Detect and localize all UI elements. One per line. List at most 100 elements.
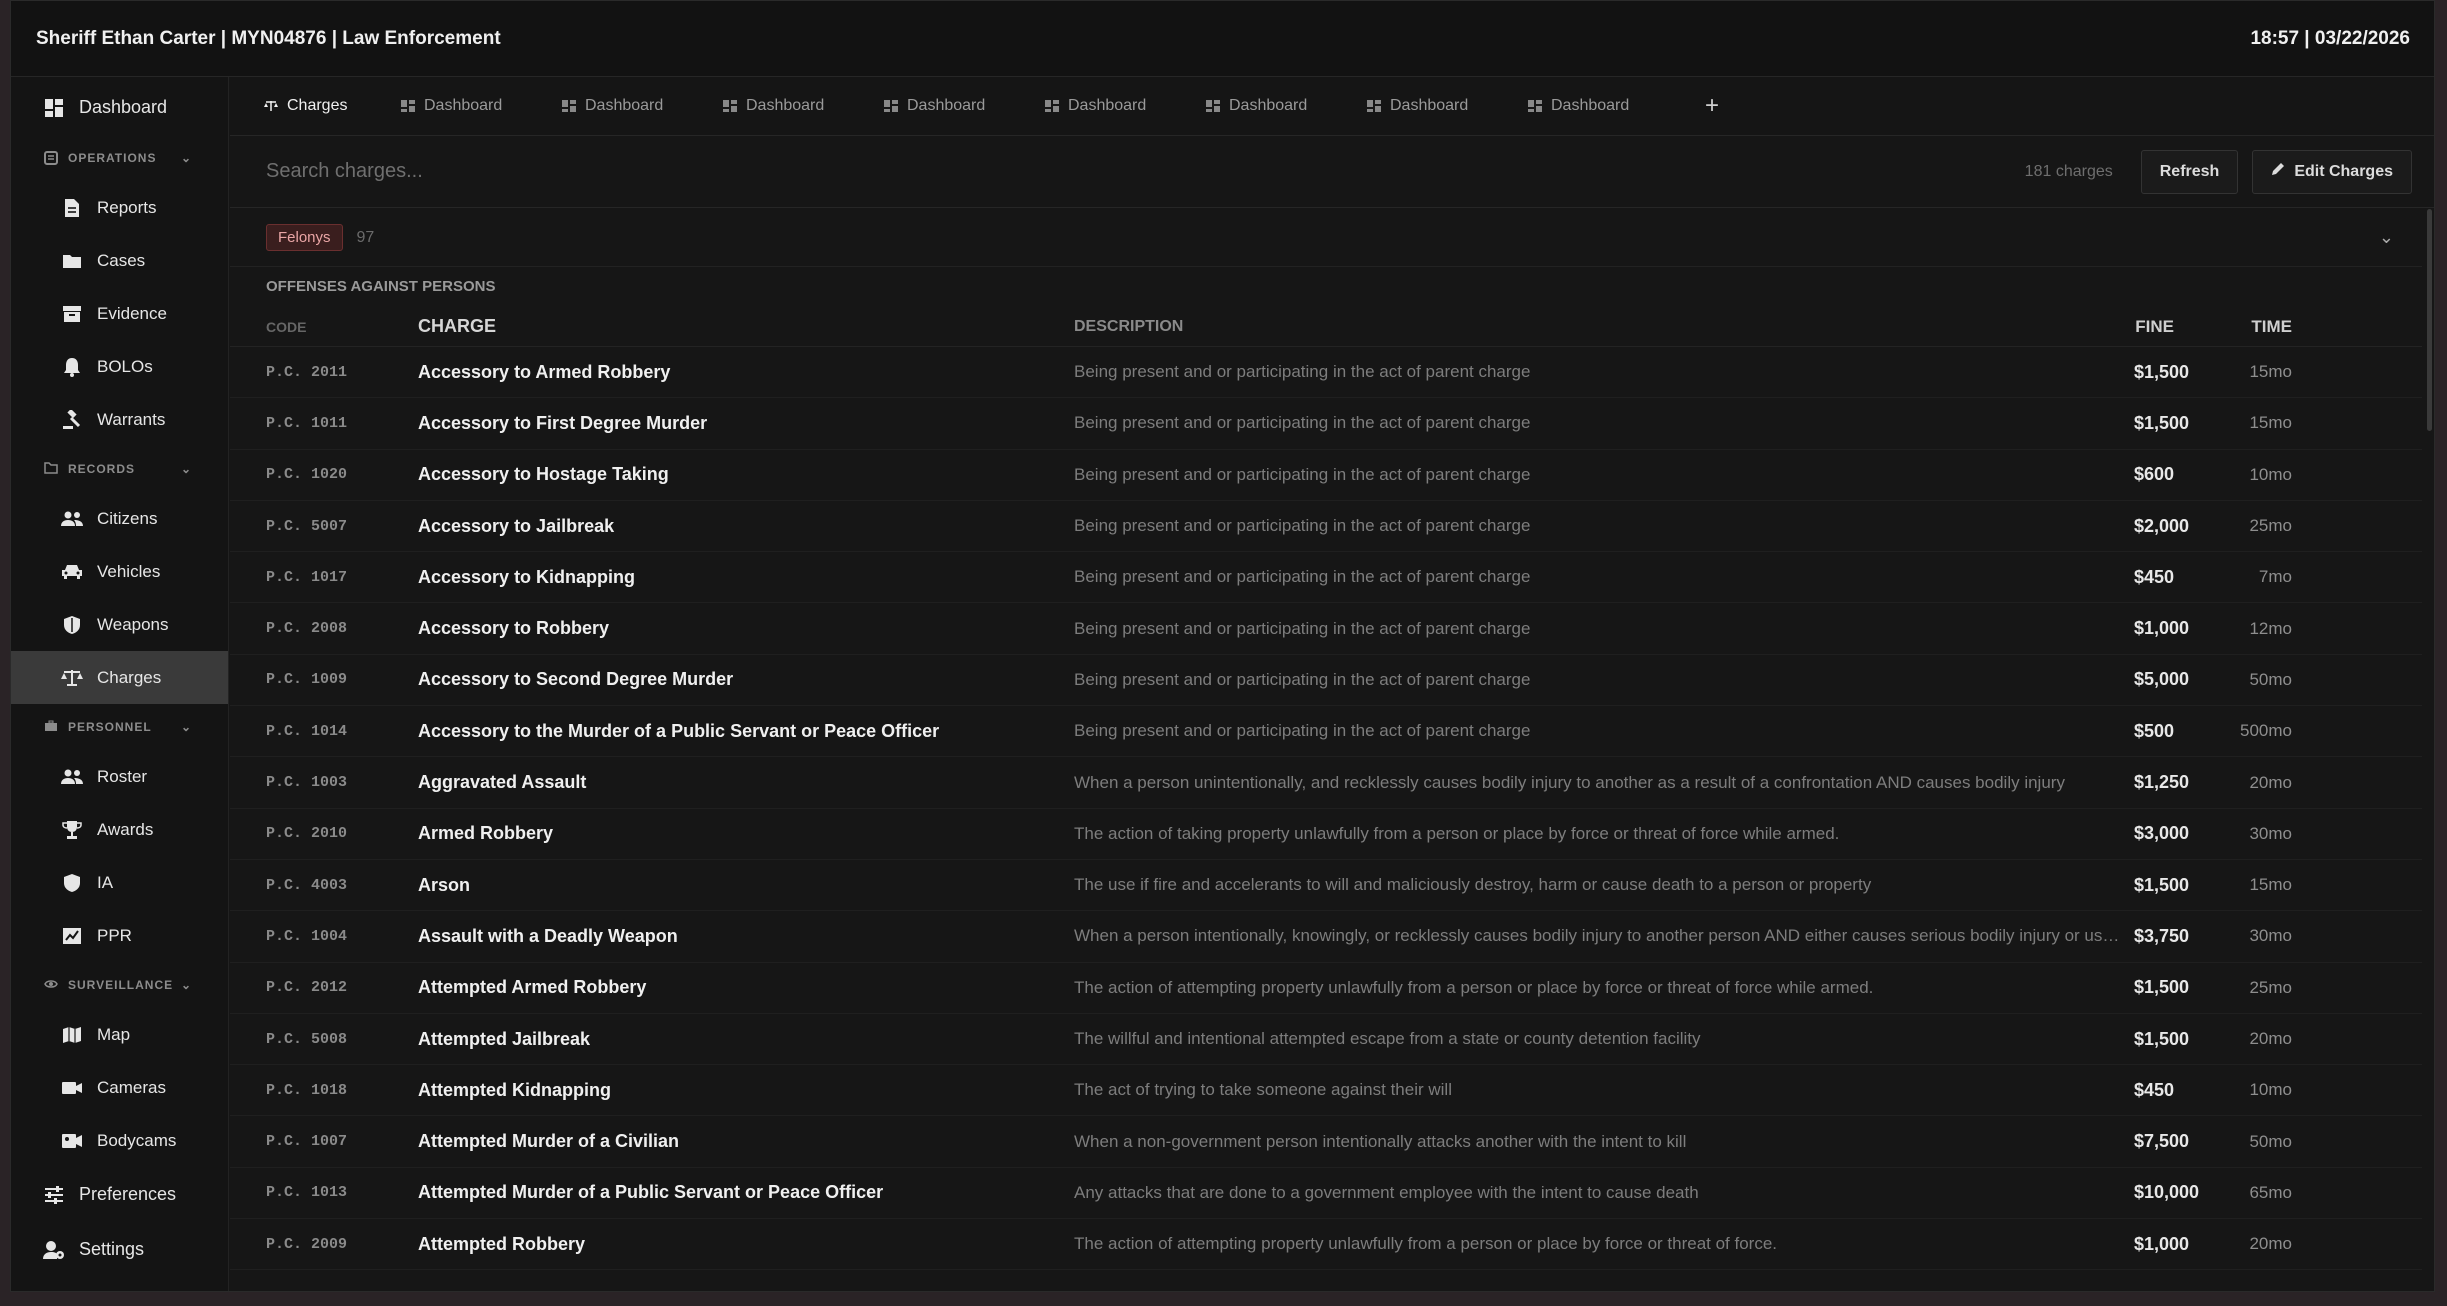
sidebar-item-roster[interactable]: Roster: [11, 750, 228, 803]
sidebar-item-settings[interactable]: Settings: [11, 1222, 228, 1277]
tab-dashboard[interactable]: Dashboard: [884, 97, 1045, 115]
sidebar-item-cameras[interactable]: Cameras: [11, 1061, 228, 1114]
charge-time: 65mo: [2249, 1182, 2292, 1202]
charge-time: 20mo: [2249, 772, 2292, 792]
group-header-felonys[interactable]: Felonys 97 ⌄: [230, 209, 2422, 267]
tab-dashboard[interactable]: Dashboard: [1206, 97, 1367, 115]
chevron-down-icon: ⌄: [181, 462, 193, 476]
tab-dashboard[interactable]: Dashboard: [562, 97, 723, 115]
charge-time: 15mo: [2249, 875, 2292, 895]
bodycam-icon: [61, 1130, 83, 1152]
table-row[interactable]: P.C. 2008 Accessory to Robbery Being prese…: [230, 603, 2422, 655]
sidebar-item-bodycams[interactable]: Bodycams: [11, 1114, 228, 1167]
sidebar-item-reports[interactable]: Reports: [11, 181, 228, 234]
charge-name: Aggravated Assault: [418, 772, 587, 793]
table-row[interactable]: P.C. 1014 Accessory to the Murder of a Pu…: [230, 706, 2422, 758]
charge-description: The willful and intentional attempted es…: [1074, 1029, 1701, 1048]
trophy-icon: [61, 819, 83, 841]
sidebar-item-dashboard[interactable]: Dashboard: [11, 80, 228, 135]
section-surveillance[interactable]: SURVEILLANCE ⌄: [11, 962, 228, 1008]
sidebar-item-awards[interactable]: Awards: [11, 803, 228, 856]
table-row[interactable]: P.C. 2011 Accessory to Armed Robbery Being…: [230, 347, 2422, 399]
sidebar-item-cases[interactable]: Cases: [11, 234, 228, 287]
charge-description: Being present and or participating in th…: [1074, 669, 1531, 689]
folder-outline-icon: [44, 462, 58, 476]
charge-description: Any attacks that are done to a governmen…: [1074, 1182, 1699, 1202]
table-row[interactable]: P.C. 2012 Attempted Armed Robbery The acti…: [230, 963, 2422, 1014]
table-row[interactable]: P.C. 1020 Accessory to Hostage Taking Bein…: [230, 450, 2422, 501]
sidebar-item-citizens[interactable]: Citizens: [11, 492, 228, 545]
chevron-down-icon[interactable]: ⌄: [2379, 227, 2394, 248]
charge-description: The action of attempting property unlawf…: [1074, 977, 1874, 997]
tab-bar: Charges Dashboard Dashboard Dashboard Da…: [230, 77, 2434, 136]
table-row[interactable]: P.C. 2009 Attempted Robbery The action of …: [230, 1219, 2422, 1271]
clipboard-icon: [44, 151, 58, 165]
table-row[interactable]: P.C. 5007 Accessory to Jailbreak Being pre…: [230, 501, 2422, 553]
edit-charges-button[interactable]: Edit Charges: [2252, 149, 2412, 194]
tab-dashboard[interactable]: Dashboard: [1367, 97, 1528, 115]
tab-dashboard[interactable]: Dashboard: [723, 97, 884, 115]
sidebar-item-bolos[interactable]: BOLOs: [11, 340, 228, 393]
charge-fine: $500: [2134, 720, 2175, 741]
charge-name: Accessory to Kidnapping: [418, 566, 636, 587]
table-row[interactable]: P.C. 4003 Arson The use if fire and accele…: [230, 860, 2422, 912]
tab-dashboard[interactable]: Dashboard: [1045, 97, 1206, 115]
tab-charges[interactable]: Charges: [264, 97, 401, 115]
charge-time: 10mo: [2249, 464, 2292, 484]
tab-dashboard[interactable]: Dashboard: [1528, 97, 1689, 115]
table-row[interactable]: P.C. 1007 Attempted Murder of a Civilian W…: [230, 1116, 2422, 1168]
users-icon: [61, 766, 83, 788]
sidebar-item-weapons[interactable]: Weapons: [11, 598, 228, 651]
charge-fine: $10,000: [2134, 1182, 2200, 1203]
charge-code: P.C. 1017: [266, 568, 348, 586]
search-input[interactable]: [266, 160, 2025, 183]
dashboard-icon: [43, 97, 65, 119]
sidebar-item-evidence[interactable]: Evidence: [11, 287, 228, 340]
table-row[interactable]: P.C. 1003 Aggravated Assault When a person…: [230, 757, 2422, 809]
charge-code: P.C. 1011: [266, 414, 348, 432]
refresh-button[interactable]: Refresh: [2140, 149, 2239, 194]
sidebar-item-map[interactable]: Map: [11, 1008, 228, 1061]
charge-name: Assault with a Deadly Weapon: [418, 925, 678, 946]
sidebar-item-charges[interactable]: Charges: [11, 651, 228, 704]
add-tab-button[interactable]: +: [1705, 92, 1719, 120]
sidebar-item-vehicles[interactable]: Vehicles: [11, 545, 228, 598]
charge-name: Accessory to First Degree Murder: [418, 412, 708, 433]
column-code: CODE: [266, 318, 307, 335]
charge-code: P.C. 1009: [266, 671, 348, 689]
table-row[interactable]: P.C. 1004 Assault with a Deadly Weapon Whe…: [230, 911, 2422, 963]
tab-dashboard[interactable]: Dashboard: [401, 97, 562, 115]
dashboard-icon: [1528, 100, 1542, 112]
main-panel: Charges Dashboard Dashboard Dashboard Da…: [230, 77, 2434, 1291]
table-row[interactable]: P.C. 1017 Accessory to Kidnapping Being pr…: [230, 552, 2422, 604]
section-personnel[interactable]: PERSONNEL ⌄: [11, 704, 228, 750]
sidebar-item-preferences[interactable]: Preferences: [11, 1167, 228, 1222]
sidebar-item-warrants[interactable]: Warrants: [11, 393, 228, 446]
dashboard-icon: [723, 100, 737, 112]
table-row[interactable]: P.C. 2010 Armed Robbery The action of taki…: [230, 809, 2422, 860]
table-row[interactable]: P.C. 1018 Attempted Kidnapping The act of …: [230, 1065, 2422, 1117]
table-row[interactable]: P.C. 5008 Attempted Jailbreak The willful …: [230, 1014, 2422, 1066]
user-gear-icon: [43, 1239, 65, 1261]
sidebar-item-ia[interactable]: IA: [11, 856, 228, 909]
charge-name: Attempted Jailbreak: [418, 1028, 591, 1049]
scrollbar[interactable]: [2427, 209, 2432, 431]
chevron-down-icon: ⌄: [181, 151, 193, 165]
table-row[interactable]: P.C. 1009 Accessory to Second Degree Murd…: [230, 655, 2422, 707]
clock: 18:57 | 03/22/2026: [2250, 27, 2410, 49]
chart-icon: [61, 925, 83, 947]
charge-time: 20mo: [2249, 1029, 2292, 1048]
charge-name: Accessory to Second Degree Murder: [418, 669, 734, 690]
officer-title: Sheriff Ethan Carter | MYN04876 | Law En…: [36, 27, 501, 49]
section-operations[interactable]: OPERATIONS ⌄: [11, 135, 228, 181]
scale-icon: [61, 667, 83, 689]
group-count: 97: [356, 228, 375, 246]
section-records[interactable]: RECORDS ⌄: [11, 446, 228, 492]
map-icon: [61, 1024, 83, 1046]
folder-icon: [61, 250, 83, 272]
charge-fine: $600: [2134, 464, 2175, 485]
sliders-icon: [43, 1184, 65, 1206]
sidebar-item-ppr[interactable]: PPR: [11, 909, 228, 962]
table-row[interactable]: P.C. 1013 Attempted Murder of a Public Se…: [230, 1168, 2422, 1220]
table-row[interactable]: P.C. 1011 Accessory to First Degree Murde…: [230, 398, 2422, 450]
